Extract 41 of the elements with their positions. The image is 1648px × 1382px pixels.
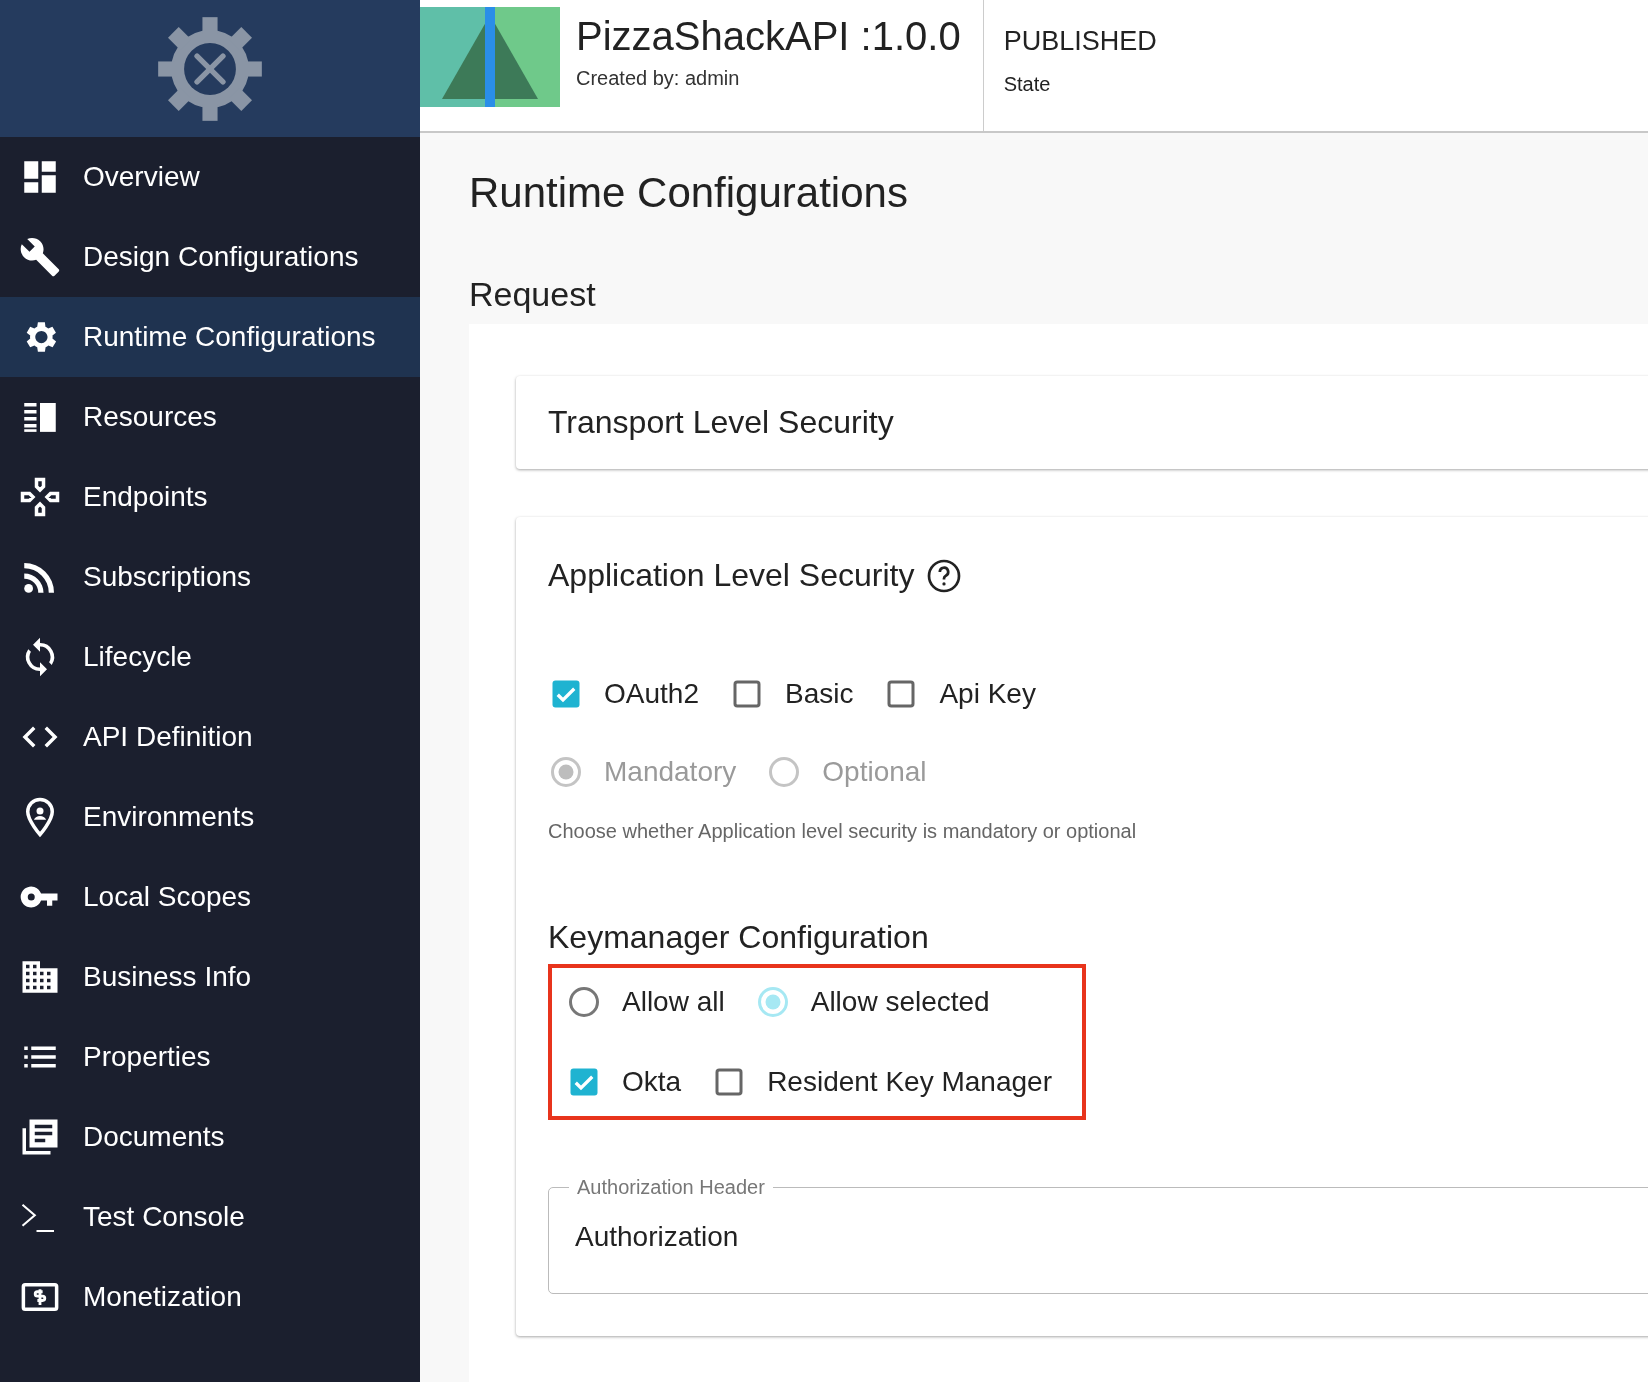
created-by-text: Created by: admin [576,67,741,90]
sidebar-item[interactable]: Runtime Configurations [0,297,420,377]
field-label: Authorization Header [576,1176,766,1199]
section-title: Request [469,275,597,314]
sidebar-item[interactable]: API Definition [0,697,420,777]
help-icon [926,557,963,594]
sidebar-item[interactable]: Environments [0,777,420,857]
checkbox-label: Resident Key Manager [767,1066,1052,1098]
checkbox-label: Basic [784,678,854,710]
helper-text: Choose whether Application level security is mandatory or optional [548,820,1138,843]
api-name: PizzaShackAPI :1.0.0 [576,14,961,59]
radio-button[interactable] [566,984,602,1020]
card-title: Application Level Security [548,557,915,594]
sidebar-item[interactable]: Local Scopes [0,857,420,937]
sidebar-item[interactable]: Monetization [0,1257,420,1337]
radio-label: Optional [822,756,927,788]
state-value: PUBLISHED [1003,26,1157,57]
sidebar-item[interactable]: Properties [0,1017,420,1097]
radio-label: Mandatory [604,756,737,788]
page-title: Runtime Configurations [469,169,909,217]
authorization-header-input[interactable]: Authorization [575,1221,1175,1253]
sidebar-item[interactable]: Business Info [0,937,420,1017]
sidebar-item[interactable]: Subscriptions [0,537,420,617]
sidebar-item[interactable]: Endpoints [0,457,420,537]
checkbox-label: OAuth2 [604,678,699,710]
section-heading: Keymanager Configuration [548,919,930,956]
sidebar-item[interactable]: Resources [0,377,420,457]
radio-label: Allow selected [810,986,990,1018]
sidebar-item[interactable]: Lifecycle [0,617,420,697]
sidebar-item[interactable]: Overview [0,137,420,217]
sidebar-item[interactable]: Test Console [0,1177,420,1257]
card-title: Transport Level Security [548,404,895,441]
wrench-icon [19,236,61,278]
checkbox-label: Okta [622,1066,682,1098]
radio-label: Allow all [622,986,725,1018]
transport-security-card[interactable]: Transport Level Security [516,376,1648,469]
state-label: State [1003,73,1052,96]
endpoints-icon [19,476,61,518]
sidebar-item[interactable]: Documents [0,1097,420,1177]
checkbox-label: Api Key [939,678,1036,710]
sidebar-item[interactable]: Design Configurations [0,217,420,297]
